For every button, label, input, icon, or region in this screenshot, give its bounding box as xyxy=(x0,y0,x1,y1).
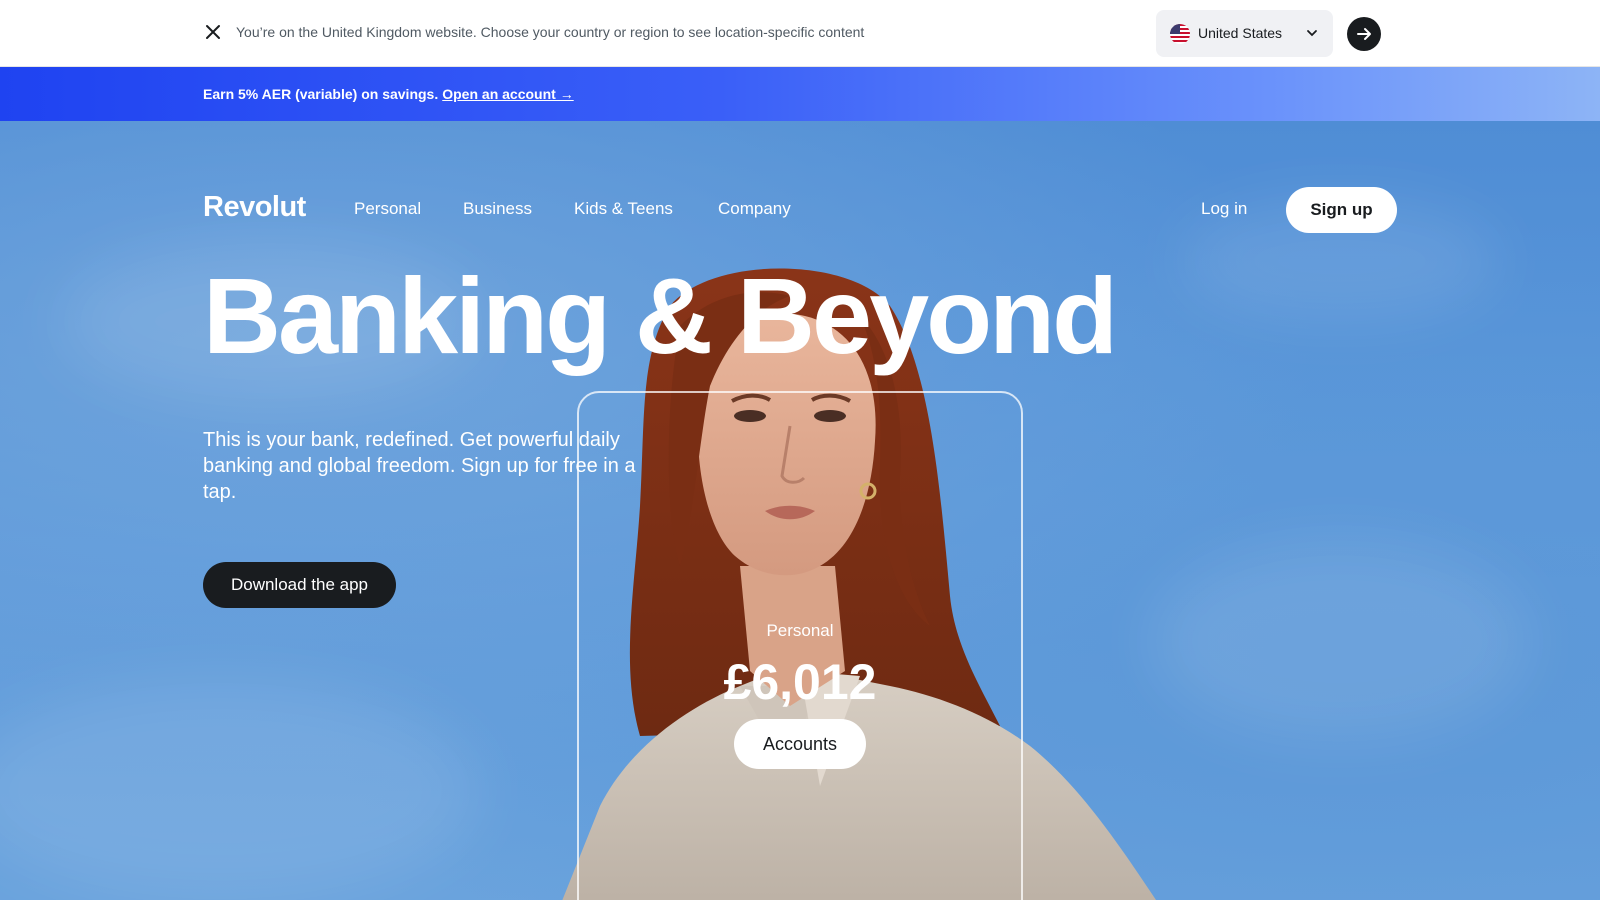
account-card-label: Personal xyxy=(766,621,834,640)
arrow-right-icon xyxy=(1357,28,1371,40)
nav-item-kids-teens[interactable]: Kids & Teens xyxy=(574,199,673,219)
promo-message: Earn 5% AER (variable) on savings. xyxy=(203,86,439,102)
account-card xyxy=(577,391,1023,900)
country-select-label: United States xyxy=(1198,25,1283,41)
chevron-down-icon xyxy=(1305,26,1319,40)
open-account-link[interactable]: Open an account → xyxy=(442,86,573,102)
signup-button[interactable]: Sign up xyxy=(1286,187,1397,233)
region-go-button[interactable] xyxy=(1347,17,1381,51)
region-bar: You’re on the United Kingdom website. Ch… xyxy=(0,0,1600,67)
close-icon[interactable] xyxy=(203,22,223,42)
promo-text: Earn 5% AER (variable) on savings. Open a… xyxy=(203,86,574,102)
nav-item-business[interactable]: Business xyxy=(463,199,532,219)
country-select[interactable]: United States xyxy=(1156,10,1333,57)
promo-banner: Earn 5% AER (variable) on savings. Open a… xyxy=(0,67,1600,121)
nav-item-personal[interactable]: Personal xyxy=(354,199,421,219)
us-flag-icon xyxy=(1170,24,1190,44)
login-link[interactable]: Log in xyxy=(1201,199,1247,219)
nav-item-company[interactable]: Company xyxy=(718,199,791,219)
hero-section: Revolut Personal Business Kids & Teens C… xyxy=(0,121,1600,900)
region-message: You’re on the United Kingdom website. Ch… xyxy=(236,24,865,40)
accounts-button[interactable]: Accounts xyxy=(734,719,866,769)
hero-headline: Banking & Beyond xyxy=(203,255,1118,376)
revolut-logo[interactable]: Revolut xyxy=(203,191,306,224)
download-app-button[interactable]: Download the app xyxy=(203,562,396,608)
account-balance: £6,012 xyxy=(723,654,877,710)
